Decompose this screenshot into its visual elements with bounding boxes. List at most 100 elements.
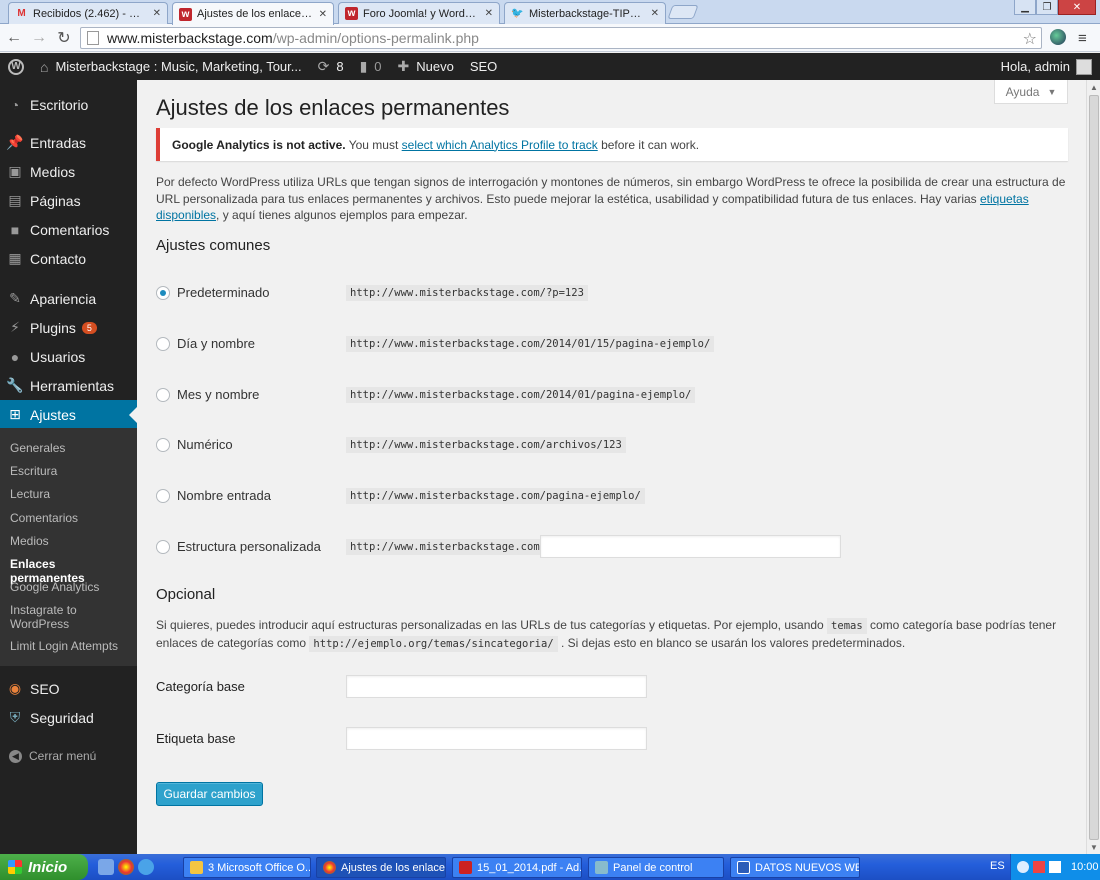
tag-base-input[interactable] <box>346 727 647 750</box>
control-panel-icon <box>595 861 608 874</box>
new-content-link[interactable]: ✚ Nuevo <box>390 53 462 80</box>
updates-link[interactable]: ⟳ 8 <box>310 53 352 80</box>
browser-tab-foro[interactable]: w Foro Joomla! y WordPress :: ✕ <box>338 2 500 24</box>
sidebar-item-escritorio[interactable]: ◔ Escritorio <box>0 90 137 119</box>
browser-tab-gmail[interactable]: M Recibidos (2.462) - misterba ✕ <box>8 2 168 24</box>
radio-button[interactable] <box>156 285 170 300</box>
browser-tab-twitter[interactable]: 🐦 Misterbackstage-TIPS (raulg ✕ <box>504 2 666 24</box>
comments-count: 0 <box>374 59 382 74</box>
clock[interactable]: 10:00 <box>1071 861 1099 873</box>
tab-close-icon[interactable]: ✕ <box>485 8 493 19</box>
sidebar-item-medios[interactable]: ▣ Medios <box>0 157 137 186</box>
shield-tray-icon[interactable] <box>1049 861 1061 873</box>
submenu-item-generales[interactable]: Generales <box>10 441 130 455</box>
extension-globe-icon[interactable] <box>1050 29 1066 45</box>
custom-structure-input[interactable] <box>540 535 841 558</box>
sidebar-item-label: Entradas <box>30 134 87 151</box>
radio-button[interactable] <box>156 437 170 452</box>
tab-label: Recibidos (2.462) - misterba <box>33 7 149 20</box>
submenu-item-lectura[interactable]: Lectura <box>10 487 130 501</box>
restore-icon[interactable]: ❐ <box>1036 0 1058 15</box>
notice-bold: Google Analytics is not active. <box>172 137 346 152</box>
chrome-icon[interactable] <box>118 859 134 875</box>
sidebar-item-entradas[interactable]: 📌 Entradas <box>0 128 137 157</box>
address-bar[interactable]: www.misterbackstage.com/wp-admin/options… <box>80 27 1042 49</box>
submenu-item-comentarios[interactable]: Comentarios <box>10 511 130 525</box>
sidebar-item-ajustes[interactable]: ⊞ Ajustes <box>0 400 137 429</box>
comments-link[interactable]: ▮ 0 <box>352 53 390 80</box>
taskbar-item-chrome[interactable]: Ajustes de los enlace... <box>316 857 446 878</box>
sidebar-item-usuarios[interactable]: ● Usuarios <box>0 342 137 371</box>
reload-icon[interactable]: ↻ <box>53 27 75 49</box>
permalink-option-post-name[interactable]: Nombre entrada <box>156 488 271 503</box>
permalink-option-numeric[interactable]: Numérico <box>156 437 233 452</box>
submenu-item-instagrate[interactable]: Instagrate to WordPress <box>10 603 100 631</box>
radio-button[interactable] <box>156 336 170 351</box>
sidebar-item-apariencia[interactable]: ✎ Apariencia <box>0 284 137 313</box>
forward-arrow-icon[interactable]: → <box>28 27 50 49</box>
wrench-icon: 🔧 <box>6 377 24 393</box>
comment-icon: ■ <box>10 221 20 238</box>
permalink-option-day-name[interactable]: Día y nombre <box>156 336 255 351</box>
minimize-icon[interactable]: ▁ <box>1014 0 1036 15</box>
submenu-item-limit-login[interactable]: Limit Login Attempts <box>10 639 130 653</box>
network-icon[interactable] <box>1017 861 1029 873</box>
submenu-item-escritura[interactable]: Escritura <box>10 464 130 478</box>
submenu-item-google-analytics[interactable]: Google Analytics <box>10 580 130 594</box>
sidebar-item-contacto[interactable]: ▦ Contacto <box>0 244 137 273</box>
permalink-option-month-name[interactable]: Mes y nombre <box>156 387 259 402</box>
antivirus-icon[interactable] <box>1033 861 1045 873</box>
tab-close-icon[interactable]: ✕ <box>153 8 161 19</box>
office-icon <box>190 861 203 874</box>
taskbar-item-word[interactable]: DATOS NUEVOS WEB... <box>730 857 860 878</box>
page-scrollbar[interactable]: ▲ ▼ <box>1086 80 1100 854</box>
site-name-link[interactable]: ⌂ Misterbackstage : Music, Marketing, To… <box>32 53 310 80</box>
tab-close-icon[interactable]: ✕ <box>651 8 659 19</box>
scroll-thumb[interactable] <box>1089 95 1099 840</box>
radio-button[interactable] <box>156 539 170 554</box>
close-window-icon[interactable]: ✕ <box>1058 0 1096 15</box>
avatar <box>1076 58 1092 75</box>
taskbar-item-pdf[interactable]: 15_01_2014.pdf - Ad... <box>452 857 582 878</box>
save-changes-button[interactable]: Guardar cambios <box>156 782 263 806</box>
sidebar-item-seguridad[interactable]: ⛨ Seguridad <box>0 703 137 732</box>
permalink-option-custom[interactable]: Estructura personalizada <box>156 539 321 554</box>
start-label: Inicio <box>28 858 68 876</box>
analytics-profile-link[interactable]: select which Analytics Profile to track <box>402 138 598 152</box>
sidebar-item-herramientas[interactable]: 🔧 Herramientas <box>0 371 137 400</box>
desktop-icon[interactable] <box>98 859 114 875</box>
taskbar-item-office[interactable]: 3 Microsoft Office O... <box>183 857 311 878</box>
my-account-link[interactable]: Hola, admin <box>993 53 1100 80</box>
sidebar-item-plugins[interactable]: ⚡ Plugins 5 <box>0 313 137 342</box>
sidebar-item-seo[interactable]: ◉ SEO <box>0 674 137 703</box>
category-base-input[interactable] <box>346 675 647 698</box>
scroll-up-arrow-icon[interactable]: ▲ <box>1087 80 1100 94</box>
seo-link[interactable]: SEO <box>462 53 505 80</box>
ie-icon[interactable] <box>138 859 154 875</box>
scroll-down-arrow-icon[interactable]: ▼ <box>1087 840 1100 854</box>
bookmark-star-icon[interactable]: ☆ <box>1023 29 1037 49</box>
sidebar-item-label: Páginas <box>30 192 81 209</box>
back-arrow-icon[interactable]: ← <box>3 27 25 49</box>
radio-button[interactable] <box>156 488 170 503</box>
pin-icon: 📌 <box>6 134 24 150</box>
help-tab-button[interactable]: Ayuda ▼ <box>994 80 1068 104</box>
browser-tab-permalinks[interactable]: w Ajustes de los enlaces perma ✕ <box>172 2 334 25</box>
collapse-menu-button[interactable]: ◀ Cerrar menú <box>9 749 96 763</box>
sidebar-item-paginas[interactable]: ▤ Páginas <box>0 186 137 215</box>
taskbar-item-control-panel[interactable]: Panel de control <box>588 857 724 878</box>
tab-close-icon[interactable]: ✕ <box>319 9 327 20</box>
browser-menu-icon[interactable]: ≡ <box>1078 30 1087 47</box>
wordpress-logo-icon[interactable]: W <box>0 53 32 80</box>
home-icon: ⌂ <box>40 58 49 75</box>
browser-toolbar: ← → ↻ www.misterbackstage.com/wp-admin/o… <box>0 24 1100 52</box>
option-label: Mes y nombre <box>177 387 260 402</box>
new-tab-button[interactable] <box>667 5 699 19</box>
submenu-item-medios[interactable]: Medios <box>10 534 130 548</box>
permalink-option-default[interactable]: Predeterminado <box>156 285 270 300</box>
start-button[interactable]: Inicio <box>0 854 88 880</box>
language-indicator[interactable]: ES <box>990 860 1005 872</box>
radio-button[interactable] <box>156 387 170 402</box>
sidebar-item-comentarios[interactable]: ■ Comentarios <box>0 215 137 244</box>
tab-label: Ajustes de los enlaces perma <box>197 8 315 20</box>
